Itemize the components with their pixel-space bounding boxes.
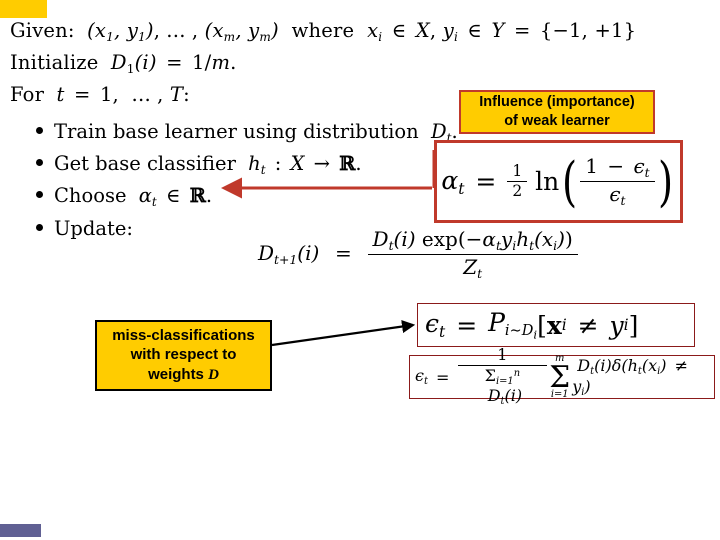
alpha-ratio-numerator: 1 − ϵt bbox=[580, 155, 655, 182]
formula-alpha-weight: αt = 1 2 ln ( 1 − ϵt ϵt ) bbox=[434, 140, 683, 223]
bottom-left-accent-block bbox=[0, 524, 41, 537]
alpha-ratio-denominator: ϵt bbox=[609, 182, 626, 208]
callout-miss-line3-prefix: weights bbox=[148, 365, 209, 383]
callout-influence-line1: Influence (importance) bbox=[479, 94, 635, 111]
pseudocode-line-initialize: Initialize D1(i) = 1/m. bbox=[10, 50, 237, 76]
sum-lower-limit: i=1 bbox=[550, 389, 569, 401]
epsilon-normalizer-numerator: 1 bbox=[457, 346, 548, 367]
epsilon-normalizer-fraction: 1 Σi=1n Dt(i) bbox=[457, 346, 548, 408]
callout-missclassifications[interactable]: miss-classifications with respect to wei… bbox=[95, 320, 272, 391]
slide-canvas: Given: (x1, y1),…, (xm, ym) where xi ∈ X… bbox=[0, 0, 720, 540]
formula-distribution-update: Dt+1(i) = Dt(i) exp(−αtyiht(xi)) Zt bbox=[258, 228, 578, 281]
bullet-dot-icon bbox=[36, 223, 43, 231]
alpha-paren-open: ( bbox=[562, 149, 578, 213]
callout-influence-of-weak-learner[interactable]: Influence (importance) of weak learner bbox=[459, 90, 655, 134]
top-left-accent-block bbox=[0, 0, 47, 18]
epsilon-normalizer-denominator: Σi=1n Dt(i) bbox=[482, 366, 523, 408]
alpha-one-half: 1 2 bbox=[507, 162, 528, 201]
bullet-train-label: Train base learner using distribution Dt… bbox=[54, 119, 458, 145]
callout-miss-line1: miss-classifications bbox=[112, 327, 255, 345]
pseudocode-line-given: Given: (x1, y1),…, (xm, ym) where xi ∈ X… bbox=[10, 19, 637, 44]
epsilon-summation-symbol: m Σ i=1 bbox=[549, 353, 571, 401]
update-denominator: Zt bbox=[463, 254, 483, 281]
update-fraction: Dt(i) exp(−αtyiht(xi)) Zt bbox=[367, 228, 578, 281]
bullet-dot-icon bbox=[36, 191, 43, 199]
callout-miss-line3-symbol: D bbox=[208, 366, 219, 383]
bullet-choose-label: Choose αt ∈ ℝ. bbox=[54, 184, 213, 210]
alpha-paren-close: ) bbox=[657, 149, 673, 213]
callout-influence-line2: of weak learner bbox=[504, 113, 610, 129]
formula-epsilon-probability: ϵt = Pi∼Di [x i ≠ y i] bbox=[417, 303, 695, 347]
bullet-get-label: Get base classifier ht : X → ℝ. bbox=[54, 152, 362, 177]
update-numerator: Dt(i) exp(−αtyiht(xi)) bbox=[367, 228, 578, 255]
alpha-half-numerator: 1 bbox=[507, 162, 528, 182]
bullet-dot-icon bbox=[36, 159, 43, 167]
formula-epsilon-weighted-sum: ϵt = 1 Σi=1n Dt(i) m Σ i=1 Dt(i)δ(ht(xi)… bbox=[409, 346, 715, 408]
sigma-icon: Σ bbox=[549, 359, 571, 394]
alpha-half-denominator: 2 bbox=[512, 182, 523, 200]
bullet-update-label: Update: bbox=[54, 216, 133, 240]
epsilon-summand: Dt(i)δ(ht(xi) ≠ yi) bbox=[572, 355, 689, 399]
connector-miss-to-epsilon bbox=[271, 320, 416, 347]
bullet-dot-icon bbox=[36, 126, 43, 134]
alpha-ratio-fraction: 1 − ϵt ϵt bbox=[580, 155, 655, 208]
callout-miss-line2: with respect to bbox=[130, 346, 237, 364]
callout-miss-line3: weights D bbox=[97, 365, 270, 385]
